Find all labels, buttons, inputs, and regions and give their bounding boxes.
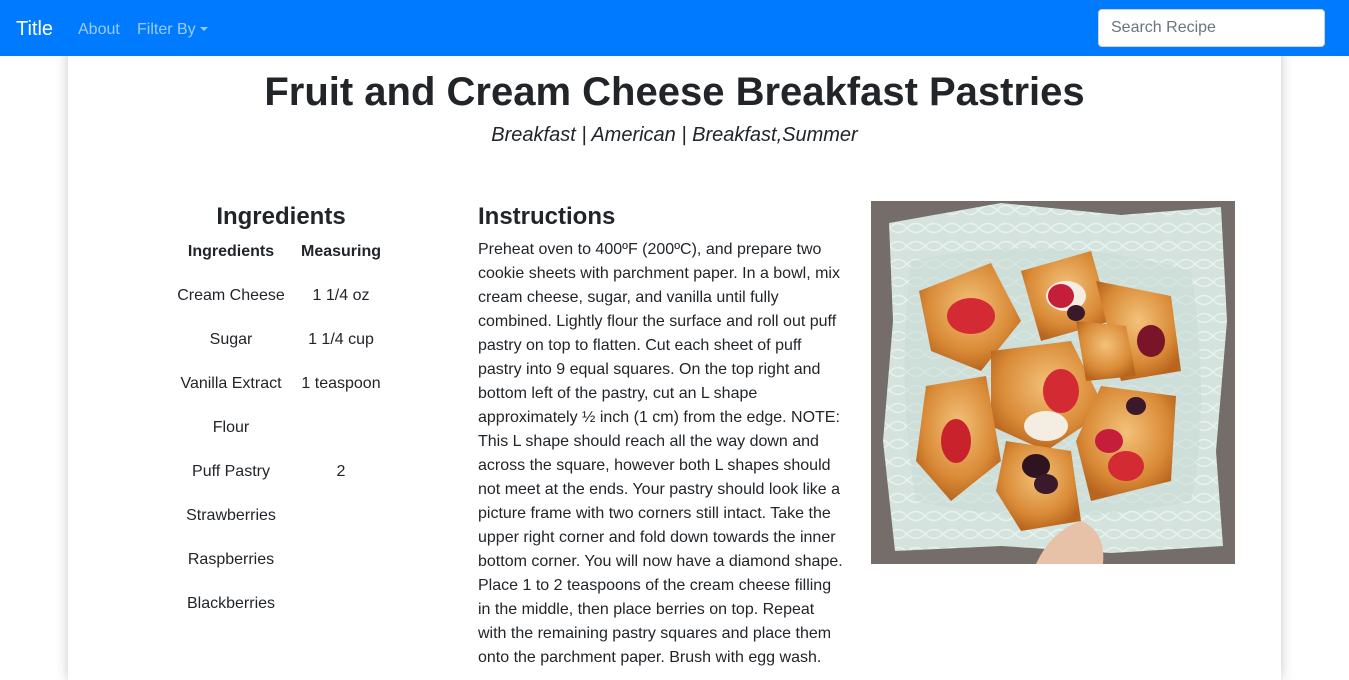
brand-link[interactable]: Title bbox=[16, 17, 53, 41]
ingredient-name: Vanilla Extract bbox=[180, 375, 282, 392]
ingredient-measure: 1 1/4 oz bbox=[312, 287, 370, 304]
ingredient-measure bbox=[290, 582, 392, 626]
table-row: Cream Cheese 1 1/4 oz bbox=[172, 274, 392, 318]
recipe-card: Fruit and Cream Cheese Breakfast Pastrie… bbox=[68, 40, 1281, 680]
table-row: Sugar 1 1/4 cup bbox=[172, 318, 392, 362]
filter-by-label: Filter By bbox=[137, 21, 196, 38]
search-input[interactable] bbox=[1098, 9, 1325, 47]
table-row: Strawberries bbox=[172, 494, 392, 538]
ingredient-name: Puff Pastry bbox=[192, 463, 270, 480]
ingredient-measure bbox=[290, 406, 392, 450]
ingredient-measure: 1 teaspoon bbox=[301, 375, 381, 392]
column-header-ingredients: Ingredients bbox=[187, 243, 275, 260]
table-row: Flour bbox=[172, 406, 392, 450]
ingredient-name: Sugar bbox=[209, 331, 253, 348]
pastries-illustration bbox=[871, 201, 1235, 564]
ingredient-name: Raspberries bbox=[187, 551, 275, 568]
nav-about-link[interactable]: About bbox=[78, 20, 120, 39]
ingredient-name: Strawberries bbox=[186, 507, 276, 524]
table-row: Raspberries bbox=[172, 538, 392, 582]
ingredient-measure: 1 1/4 cup bbox=[308, 331, 374, 348]
ingredient-name: Flour bbox=[212, 419, 250, 436]
recipe-title: Fruit and Cream Cheese Breakfast Pastrie… bbox=[264, 70, 1085, 114]
table-header-row: Ingredients Measuring bbox=[172, 230, 392, 274]
navbar: Title About Filter By bbox=[0, 0, 1349, 56]
column-header-measuring: Measuring bbox=[300, 243, 381, 260]
instructions-text: Preheat oven to 400ºF (200ºC), and prepa… bbox=[478, 241, 843, 666]
caret-down-icon bbox=[199, 27, 208, 31]
recipe-subtitle: Breakfast | American | Breakfast,Summer bbox=[491, 124, 858, 146]
ingredients-table: Ingredients Measuring Cream Cheese 1 1/4 … bbox=[172, 230, 392, 626]
table-row: Vanilla Extract 1 teaspoon bbox=[172, 362, 392, 406]
filter-by-dropdown[interactable]: Filter By bbox=[137, 20, 208, 39]
ingredient-measure bbox=[290, 494, 392, 538]
ingredient-name: Blackberries bbox=[186, 595, 276, 612]
ingredient-measure bbox=[290, 538, 392, 582]
ingredient-measure: 2 bbox=[336, 463, 346, 480]
table-row: Puff Pastry 2 bbox=[172, 450, 392, 494]
instructions-heading: Instructions bbox=[478, 203, 616, 230]
recipe-photo bbox=[871, 201, 1235, 564]
ingredient-name: Cream Cheese bbox=[177, 287, 285, 304]
ingredients-heading: Ingredients bbox=[216, 203, 346, 230]
table-row: Blackberries bbox=[172, 582, 392, 626]
